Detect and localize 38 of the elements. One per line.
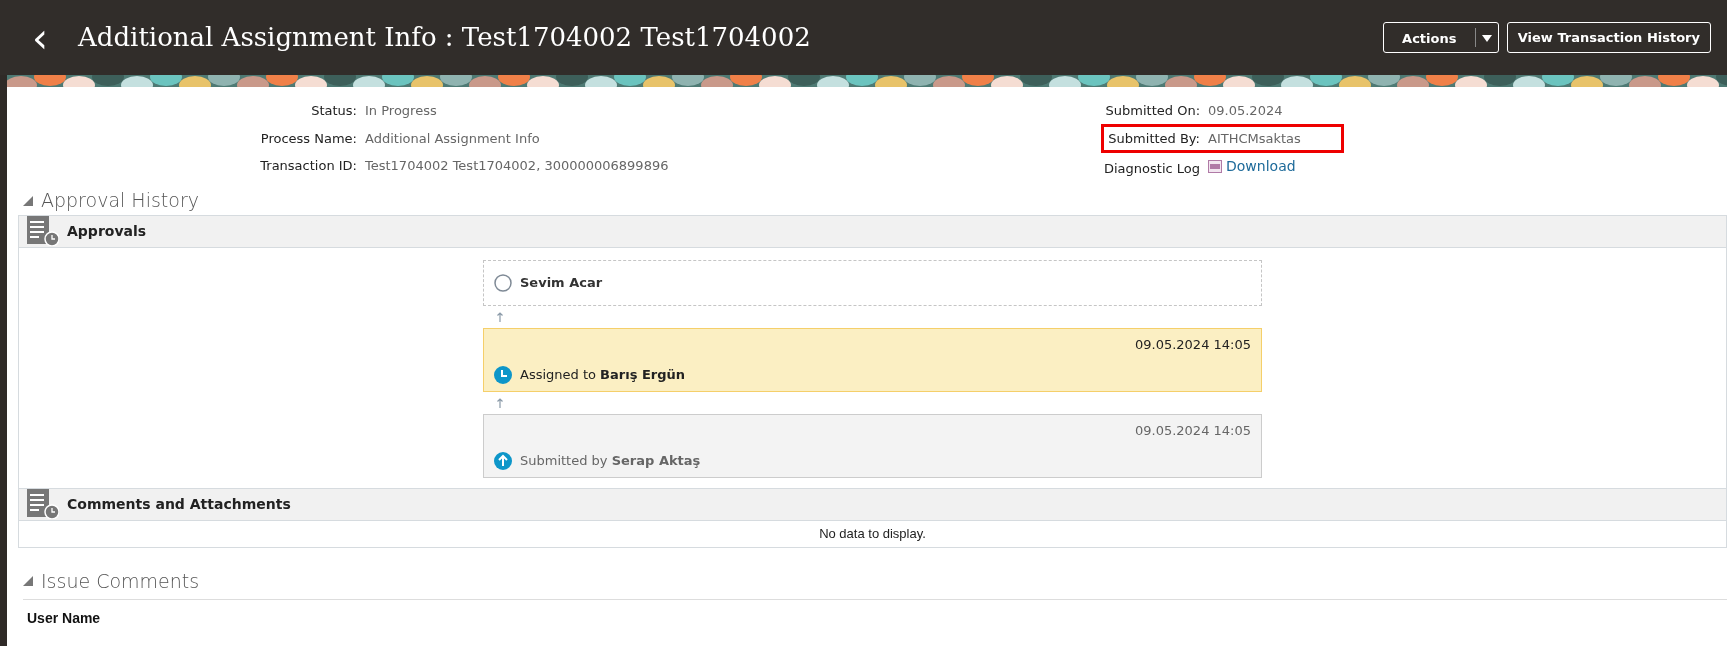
- actions-button[interactable]: Actions: [1383, 28, 1476, 47]
- step-date: 09.05.2024 14:05: [1134, 336, 1251, 352]
- panel-title: Comments and Attachments: [67, 494, 291, 514]
- view-transaction-history-button[interactable]: View Transaction History: [1506, 22, 1711, 53]
- field-value: Test1704002 Test1704002, 300000006899896: [365, 157, 669, 175]
- step-text: Assigned to Barış Ergün: [520, 366, 686, 384]
- empty-circle-icon: [494, 273, 512, 292]
- field-value: In Progress: [365, 102, 437, 120]
- field-label: Submitted By:: [1108, 130, 1200, 146]
- step-date: 09.05.2024 14:05: [1134, 422, 1251, 438]
- caret-icon: [1481, 34, 1492, 42]
- field-label: Process Name:: [260, 130, 357, 146]
- empty-message: No data to display.: [819, 525, 926, 541]
- clock-icon: [494, 365, 512, 384]
- field-value: 09.05.2024: [1208, 102, 1283, 120]
- field-label: Submitted On:: [1105, 103, 1200, 118]
- field-value: AITHCMsaktas: [1208, 129, 1301, 148]
- panel-title: Approvals: [67, 221, 147, 241]
- back-button[interactable]: ‹: [20, 17, 60, 58]
- document-clock-icon: [27, 489, 59, 519]
- text-file-icon: [1208, 160, 1222, 173]
- step-text: Submitted by Serap Aktaş: [520, 452, 701, 470]
- step-text: Sevim Acar: [520, 273, 603, 292]
- document-clock-icon: [27, 216, 59, 246]
- up-arrow-icon: [497, 311, 503, 322]
- up-arrow-icon: [497, 397, 503, 408]
- section-title: Issue Comments: [41, 568, 200, 594]
- field-label: Status:: [311, 103, 357, 118]
- collapse-triangle-icon[interactable]: [23, 195, 33, 206]
- download-link[interactable]: Download: [1226, 156, 1296, 177]
- column-header: User Name: [26, 609, 101, 626]
- page-title: Additional Assignment Info : Test1704002 Test1704002: [78, 21, 811, 54]
- collapse-triangle-icon[interactable]: [23, 576, 33, 586]
- field-label: Diagnostic Log: [1104, 161, 1200, 176]
- field-label: Transaction ID:: [260, 158, 357, 173]
- section-title: Approval History: [41, 188, 199, 214]
- field-value: Additional Assignment Info: [365, 129, 540, 148]
- actions-split-button[interactable]: Actions: [1382, 22, 1499, 53]
